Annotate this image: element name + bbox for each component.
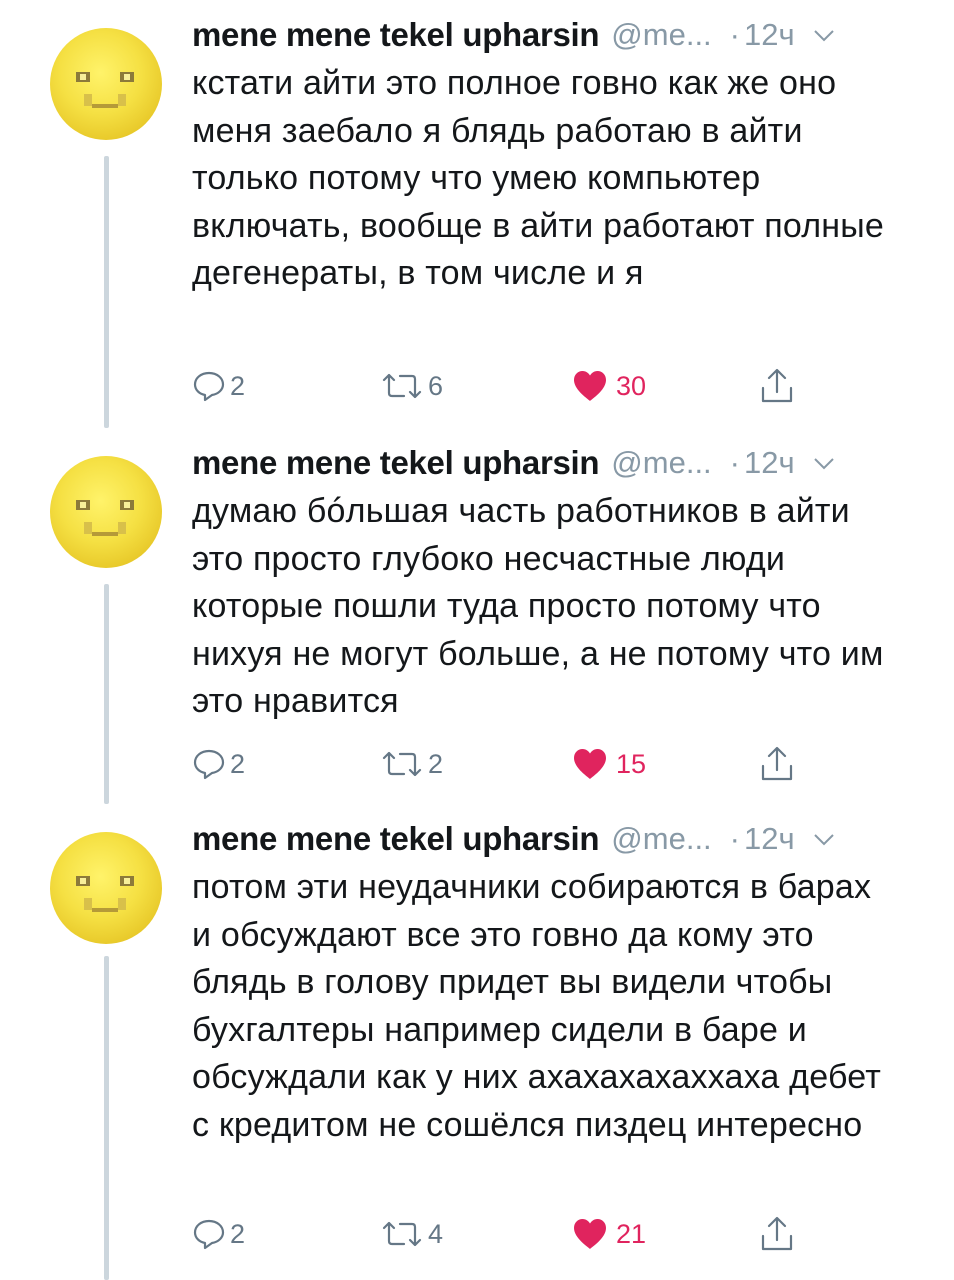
share-button[interactable]	[760, 364, 794, 408]
retweet-icon	[380, 1219, 424, 1249]
retweet-button[interactable]: 4	[380, 1212, 443, 1256]
tweet-header: mene mene tekel upharsin @me... · 12ч	[192, 442, 922, 484]
avatar-eye-highlight	[80, 878, 86, 884]
share-icon	[760, 1216, 794, 1252]
tweet-thread: mene mene tekel upharsin @me... · 12ч кс…	[0, 0, 954, 1280]
separator-dot: ·	[729, 445, 740, 480]
retweet-button[interactable]: 2	[380, 742, 443, 786]
heart-icon	[572, 1217, 608, 1251]
avatar[interactable]	[50, 456, 162, 568]
heart-icon	[572, 369, 608, 403]
retweet-icon	[380, 749, 424, 779]
avatar-eye-highlight	[80, 502, 86, 508]
timestamp[interactable]: 12ч	[744, 821, 795, 857]
thread-connector	[104, 956, 109, 1280]
share-icon	[760, 746, 794, 782]
timestamp[interactable]: 12ч	[744, 17, 795, 53]
reply-count: 2	[230, 1218, 246, 1249]
author-name[interactable]: mene mene tekel upharsin	[192, 444, 600, 482]
tweet-header: mene mene tekel upharsin @me... · 12ч	[192, 14, 922, 56]
avatar-mouth	[92, 104, 118, 108]
author-handle[interactable]: @me...	[611, 445, 711, 481]
avatar-eye-highlight	[124, 74, 130, 80]
share-button[interactable]	[760, 742, 794, 786]
tweet-text: думаю бóльшая часть работников в айти эт…	[192, 492, 884, 720]
avatar-cheek	[118, 898, 126, 910]
reply-button[interactable]: 2	[192, 742, 245, 786]
tweet-text: потом эти неудачники собираются в барах …	[192, 868, 881, 1144]
avatar-cheek	[84, 94, 92, 106]
share-button[interactable]	[760, 1212, 794, 1256]
separator-dot: ·	[729, 17, 740, 52]
avatar[interactable]	[50, 832, 162, 944]
retweet-button[interactable]: 6	[380, 364, 443, 408]
like-button[interactable]: 30	[572, 364, 646, 408]
avatar-cheek	[118, 94, 126, 106]
reply-button[interactable]: 2	[192, 1212, 245, 1256]
tweet-text: кстати айти это полное говно как же оно …	[192, 64, 884, 292]
avatar-eye-highlight	[124, 502, 130, 508]
avatar-mouth	[92, 532, 118, 536]
reply-button[interactable]: 2	[192, 364, 245, 408]
chevron-down-icon[interactable]	[813, 832, 835, 846]
avatar-cheek	[84, 898, 92, 910]
avatar-eye-highlight	[124, 878, 130, 884]
tweet-header: mene mene tekel upharsin @me... · 12ч	[192, 818, 922, 860]
heart-icon	[572, 747, 608, 781]
timestamp[interactable]: 12ч	[744, 445, 795, 481]
author-handle[interactable]: @me...	[611, 821, 711, 857]
avatar-mouth	[92, 908, 118, 912]
tweet-actions: 2 2 15	[192, 742, 812, 786]
author-handle[interactable]: @me...	[611, 17, 711, 53]
reply-icon	[192, 369, 226, 403]
reply-count: 2	[230, 370, 246, 401]
avatar-eye-highlight	[80, 74, 86, 80]
thread-connector	[104, 156, 109, 428]
retweet-count: 6	[428, 370, 444, 401]
retweet-count: 2	[428, 748, 444, 779]
like-count: 15	[616, 748, 647, 779]
avatar-cheek	[84, 522, 92, 534]
avatar-cheek	[118, 522, 126, 534]
like-count: 30	[616, 370, 647, 401]
retweet-icon	[380, 371, 424, 401]
like-count: 21	[616, 1218, 647, 1249]
reply-count: 2	[230, 748, 246, 779]
like-button[interactable]: 21	[572, 1212, 646, 1256]
separator-dot: ·	[729, 821, 740, 856]
reply-icon	[192, 747, 226, 781]
reply-icon	[192, 1217, 226, 1251]
like-button[interactable]: 15	[572, 742, 646, 786]
chevron-down-icon[interactable]	[813, 28, 835, 42]
avatar[interactable]	[50, 28, 162, 140]
author-name[interactable]: mene mene tekel upharsin	[192, 16, 600, 54]
retweet-count: 4	[428, 1218, 444, 1249]
tweet-actions: 2 6 30	[192, 364, 812, 408]
author-name[interactable]: mene mene tekel upharsin	[192, 820, 600, 858]
chevron-down-icon[interactable]	[813, 456, 835, 470]
share-icon	[760, 368, 794, 404]
tweet-actions: 2 4 21	[192, 1212, 812, 1256]
thread-connector	[104, 584, 109, 804]
